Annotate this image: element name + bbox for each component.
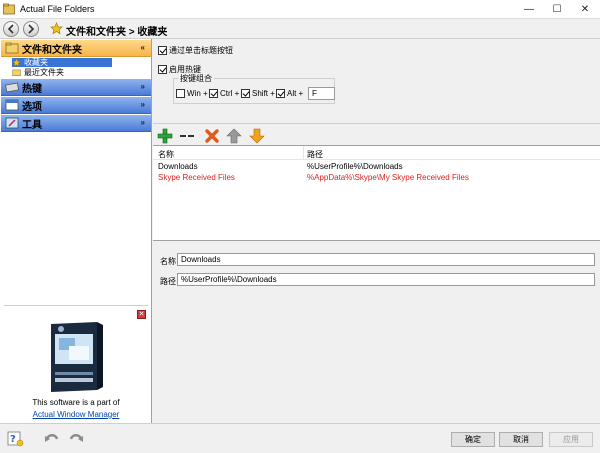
move-up-icon[interactable] bbox=[226, 128, 242, 144]
apply-button[interactable]: 应用 bbox=[549, 432, 593, 447]
forward-button[interactable] bbox=[23, 21, 39, 37]
move-down-icon[interactable] bbox=[249, 128, 265, 144]
tree-item-label: 收藏夹 bbox=[24, 58, 48, 67]
product-box-image bbox=[51, 322, 103, 392]
collapse-icon[interactable]: « bbox=[141, 43, 145, 52]
section-hotkeys[interactable]: 热键 » bbox=[1, 79, 151, 96]
section-tools[interactable]: 工具 » bbox=[1, 115, 151, 132]
close-promo-button[interactable]: ✕ bbox=[137, 310, 146, 319]
list-item[interactable]: Skype Received Files %AppData%\Skype\My … bbox=[153, 172, 600, 183]
tree-item-recent-folders[interactable]: 最近文件夹 bbox=[12, 68, 64, 77]
checkbox[interactable] bbox=[209, 89, 218, 98]
checkbox-label: 通过单击标题按钮 bbox=[169, 46, 233, 55]
checkbox-label: Win + bbox=[187, 89, 208, 98]
ctrl-key-checkbox[interactable]: Ctrl + bbox=[209, 89, 239, 98]
arrow-left-icon bbox=[7, 24, 14, 34]
promo-panel: ✕ This software is a part of Actual Wind… bbox=[4, 305, 148, 423]
item-name: Skype Received Files bbox=[158, 173, 235, 182]
maximize-button[interactable]: ☐ bbox=[543, 0, 571, 19]
nav-bar: 文件和文件夹 > 收藏夹 bbox=[0, 19, 600, 39]
cancel-button[interactable]: 取消 bbox=[499, 432, 543, 447]
folder-icon bbox=[3, 3, 15, 15]
undo-icon[interactable] bbox=[44, 431, 60, 445]
checkbox-label: Ctrl + bbox=[220, 89, 240, 98]
section-files-folders[interactable]: 文件和文件夹 « bbox=[1, 40, 151, 57]
arrow-right-icon bbox=[28, 24, 35, 34]
main-panel: 通过单击标题按钮 启用热键 按键组合 Win + Ctrl + Shift + … bbox=[153, 39, 600, 423]
column-header-path[interactable]: 路径 bbox=[307, 149, 323, 160]
bottom-bar: ? 确定 取消 应用 bbox=[0, 423, 600, 453]
checkbox[interactable] bbox=[276, 89, 285, 98]
checkbox[interactable] bbox=[176, 89, 185, 98]
back-button[interactable] bbox=[3, 21, 19, 37]
close-button[interactable]: ✕ bbox=[571, 0, 599, 19]
expand-icon[interactable]: » bbox=[141, 118, 145, 127]
path-label: 路径 bbox=[160, 277, 176, 286]
tree-item-favorites[interactable]: 收藏夹 bbox=[12, 58, 112, 67]
help-icon[interactable]: ? bbox=[7, 430, 24, 447]
column-divider[interactable] bbox=[303, 146, 304, 160]
svg-text:?: ? bbox=[10, 434, 16, 445]
alt-key-checkbox[interactable]: Alt + bbox=[276, 89, 303, 98]
checkbox[interactable] bbox=[241, 89, 250, 98]
hotkey-key-input[interactable]: F bbox=[308, 87, 335, 100]
folder-icon bbox=[5, 42, 19, 54]
promo-link[interactable]: Actual Window Manager bbox=[4, 410, 148, 419]
window-options-icon bbox=[5, 99, 19, 111]
shift-key-checkbox[interactable]: Shift + bbox=[241, 89, 275, 98]
title-click-checkbox[interactable]: 通过单击标题按钮 bbox=[158, 45, 233, 56]
group-label: 按键组合 bbox=[178, 73, 214, 84]
checkbox-label: Alt + bbox=[287, 89, 304, 98]
win-key-checkbox[interactable]: Win + bbox=[176, 89, 208, 98]
tools-icon bbox=[5, 117, 19, 129]
item-name: Downloads bbox=[158, 162, 198, 171]
title-bar: Actual File Folders — ☐ ✕ bbox=[0, 0, 600, 19]
expand-icon[interactable]: » bbox=[141, 82, 145, 91]
star-icon bbox=[12, 58, 21, 67]
sidebar: 文件和文件夹 « 收藏夹 最近文件夹 热键 » 选项 » 工具 » ✕ This… bbox=[0, 39, 152, 423]
favorites-list: 名称 路径 Downloads %UserProfile%\Downloads … bbox=[153, 145, 600, 241]
star-icon bbox=[50, 22, 63, 35]
redo-icon[interactable] bbox=[68, 431, 84, 445]
list-header: 名称 路径 bbox=[153, 146, 600, 160]
keyboard-icon bbox=[5, 82, 19, 93]
window-title: Actual File Folders bbox=[20, 4, 95, 14]
section-label: 文件和文件夹 bbox=[22, 44, 82, 56]
tree-item-label: 最近文件夹 bbox=[24, 68, 64, 77]
folder-icon bbox=[12, 69, 21, 76]
item-path: %UserProfile%\Downloads bbox=[307, 162, 403, 171]
section-label: 选项 bbox=[22, 101, 42, 113]
checkbox[interactable] bbox=[158, 46, 167, 55]
column-header-name[interactable]: 名称 bbox=[158, 149, 174, 160]
name-input[interactable]: Downloads bbox=[177, 253, 595, 266]
section-options[interactable]: 选项 » bbox=[1, 97, 151, 114]
delete-icon[interactable] bbox=[204, 128, 220, 144]
ok-button[interactable]: 确定 bbox=[451, 432, 495, 447]
separator-icon[interactable] bbox=[179, 128, 195, 144]
checkbox-label: Shift + bbox=[252, 89, 275, 98]
item-path: %AppData%\Skype\My Skype Received Files bbox=[307, 173, 469, 182]
name-label: 名称 bbox=[160, 257, 176, 266]
expand-icon[interactable]: » bbox=[141, 100, 145, 109]
checkbox[interactable] bbox=[158, 65, 167, 74]
promo-text: This software is a part of bbox=[32, 398, 120, 407]
section-label: 热键 bbox=[22, 83, 42, 95]
minimize-button[interactable]: — bbox=[515, 0, 543, 19]
section-label: 工具 bbox=[22, 119, 42, 131]
list-item[interactable]: Downloads %UserProfile%\Downloads bbox=[153, 161, 600, 172]
add-icon[interactable] bbox=[157, 128, 173, 144]
path-input[interactable]: %UserProfile%\Downloads bbox=[177, 273, 595, 286]
breadcrumb: 文件和文件夹 > 收藏夹 bbox=[66, 27, 168, 38]
toolbar bbox=[153, 123, 600, 145]
